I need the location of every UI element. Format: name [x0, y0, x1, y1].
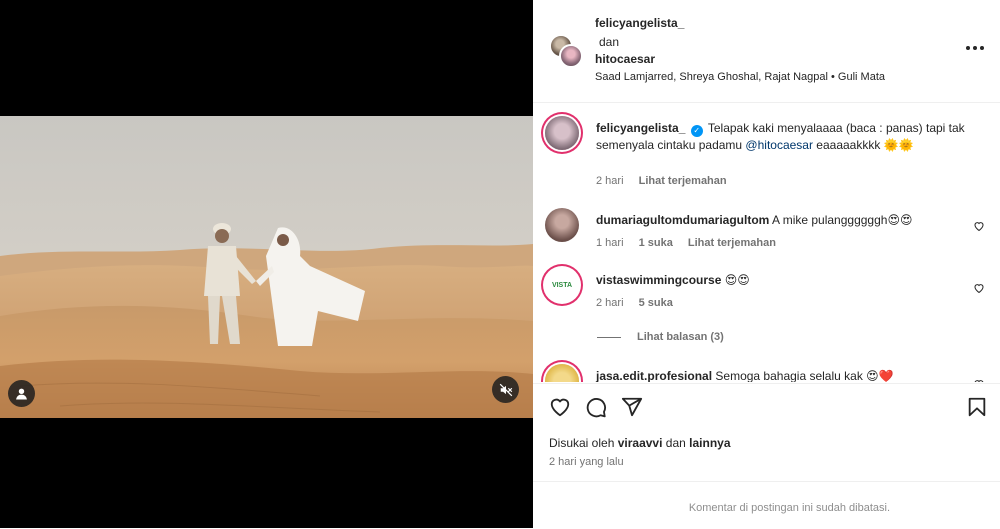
share-icon[interactable]	[621, 396, 643, 418]
see-translation-link[interactable]: Lihat terjemahan	[639, 175, 727, 187]
desert-scene-image	[0, 116, 533, 418]
caption-time[interactable]: 2 hari	[596, 175, 624, 187]
comment-time[interactable]: 2 hari	[596, 297, 624, 309]
comment-likes[interactable]: 1 suka	[639, 237, 673, 249]
avatar[interactable]: VISTA	[545, 268, 579, 302]
likes-summary: Disukai oleh viraavvi dan lainnya	[549, 436, 731, 450]
comment-text: Semoga bahagia selalu kak 😍❤️	[715, 369, 894, 382]
more-options-icon[interactable]	[966, 42, 986, 54]
caption-username[interactable]: felicyangelista_	[596, 121, 685, 135]
comment-meta: 2 hari 5 suka	[596, 297, 685, 309]
comment-time[interactable]: 1 hari	[596, 237, 624, 249]
likes-middle: dan	[665, 436, 686, 450]
avatar[interactable]	[545, 364, 579, 382]
comment-icon[interactable]	[585, 396, 607, 418]
comment-meta: 1 hari 1 suka Lihat terjemahan	[596, 237, 788, 249]
post-panel: felicyangelista_ dan hitocaesar Saad Lam…	[533, 0, 1000, 528]
comments-list[interactable]: felicyangelista_ ✓ Telapak kaki menyalaa…	[533, 104, 1000, 382]
view-replies-button[interactable]: Lihat balasan (3)	[597, 331, 724, 343]
comment-username[interactable]: vistaswimmingcourse	[596, 273, 721, 287]
likes-others[interactable]: lainnya	[689, 436, 730, 450]
comment-username[interactable]: jasa.edit.profesional	[596, 369, 712, 382]
author-username[interactable]: felicyangelista_	[595, 16, 684, 30]
comment-username[interactable]: dumariagultomdumariagultom	[596, 213, 769, 227]
likes-user[interactable]: viraavvi	[618, 436, 663, 450]
view-replies-label: Lihat balasan (3)	[637, 331, 724, 343]
avatar-logo-text: VISTA	[551, 281, 573, 289]
avatar	[559, 44, 583, 68]
muted-speaker-icon	[499, 383, 512, 396]
caption-meta: 2 hari Lihat terjemahan	[596, 175, 739, 187]
video-frame[interactable]	[0, 116, 533, 418]
like-comment-heart-icon[interactable]	[973, 220, 985, 232]
collab-connector: dan	[599, 35, 620, 49]
comment-text: 😍😍	[724, 273, 750, 287]
collaborator-username[interactable]: hitocaesar	[595, 52, 655, 66]
post-header: felicyangelista_ dan hitocaesar Saad Lam…	[533, 0, 1000, 103]
audio-attribution[interactable]: Saad Lamjarred, Shreya Ghoshal, Rajat Na…	[595, 71, 885, 83]
like-comment-heart-icon[interactable]	[973, 282, 985, 294]
post-actions: Disukai oleh viraavvi dan lainnya 2 hari…	[533, 383, 1000, 528]
likes-prefix: Disukai oleh	[549, 436, 615, 450]
post-media	[0, 0, 533, 528]
avatar[interactable]	[545, 116, 579, 150]
like-comment-heart-icon[interactable]	[973, 378, 985, 382]
verified-icon: ✓	[690, 125, 703, 137]
comment-likes[interactable]: 5 suka	[639, 297, 673, 309]
mute-button[interactable]	[492, 376, 519, 403]
bookmark-icon[interactable]	[966, 396, 988, 418]
post-date[interactable]: 2 hari yang lalu	[549, 456, 624, 468]
tagged-users-button[interactable]	[8, 380, 35, 407]
caption-mention[interactable]: @hitocaesar	[745, 138, 813, 152]
comment-text: A mike pulanggggggh😍😍	[772, 213, 913, 227]
avatar[interactable]	[545, 208, 579, 242]
see-translation-link[interactable]: Lihat terjemahan	[688, 237, 776, 249]
comments-limited-notice: Komentar di postingan ini sudah dibatasi…	[533, 481, 1000, 529]
collab-avatars[interactable]	[549, 34, 583, 68]
caption-text-end: eaaaaakkkk 🌞🌞	[812, 138, 914, 152]
user-icon	[16, 388, 27, 400]
heart-icon[interactable]	[549, 396, 571, 418]
